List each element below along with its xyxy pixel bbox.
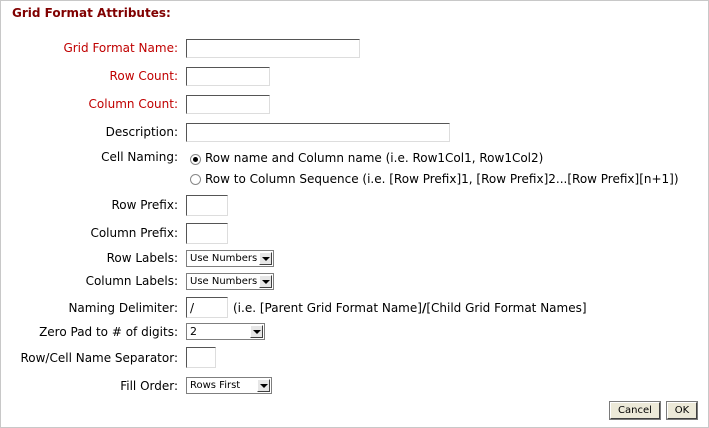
ok-button[interactable]: OK xyxy=(666,401,698,420)
zero-pad-select[interactable]: 2 xyxy=(186,323,265,340)
column-prefix-input[interactable] xyxy=(186,223,228,244)
column-labels-value: Use Numbers xyxy=(190,276,258,287)
row-labels-label: Row Labels: xyxy=(106,251,178,265)
fill-order-select[interactable]: Rows First xyxy=(186,377,272,394)
cancel-button[interactable]: Cancel xyxy=(609,401,661,420)
naming-delimiter-label: Naming Delimiter: xyxy=(68,301,178,315)
naming-delimiter-hint: (i.e. [Parent Grid Format Name]/[Child G… xyxy=(233,301,587,315)
cell-naming-option-row-column: Row name and Column name (i.e. Row1Col1,… xyxy=(205,151,544,165)
description-input[interactable] xyxy=(186,123,450,142)
row-labels-value: Use Numbers xyxy=(190,253,258,264)
section-title: Grid Format Attributes: xyxy=(12,6,171,20)
row-count-label: Row Count: xyxy=(109,69,178,83)
column-count-label: Column Count: xyxy=(88,97,178,111)
zero-pad-label: Zero Pad to # of digits: xyxy=(39,325,178,339)
column-prefix-label: Column Prefix: xyxy=(90,226,178,240)
chevron-down-icon[interactable] xyxy=(259,275,272,288)
column-labels-select[interactable]: Use Numbers xyxy=(186,273,274,290)
name-separator-input[interactable] xyxy=(186,347,216,368)
chevron-down-icon[interactable] xyxy=(250,325,263,338)
column-labels-label: Column Labels: xyxy=(85,274,178,288)
row-prefix-input[interactable] xyxy=(186,195,228,216)
chevron-down-icon[interactable] xyxy=(259,252,272,265)
row-labels-select[interactable]: Use Numbers xyxy=(186,250,274,267)
grid-format-dialog: Grid Format Attributes: Grid Format Name… xyxy=(0,0,709,428)
grid-format-name-label: Grid Format Name: xyxy=(63,41,178,55)
column-count-input[interactable] xyxy=(186,95,270,114)
hint-suffix: [Child Grid Format Names] xyxy=(426,301,587,315)
cell-naming-label: Cell Naming: xyxy=(101,150,178,164)
cell-naming-radio-row-column[interactable] xyxy=(190,154,201,165)
grid-format-name-input[interactable] xyxy=(186,39,360,58)
fill-order-value: Rows First xyxy=(190,380,241,391)
row-prefix-label: Row Prefix: xyxy=(111,198,178,212)
cell-naming-option-sequence: Row to Column Sequence (i.e. [Row Prefix… xyxy=(205,172,679,186)
naming-delimiter-input[interactable] xyxy=(186,297,228,318)
fill-order-label: Fill Order: xyxy=(120,379,178,393)
description-label: Description: xyxy=(105,125,178,139)
cell-naming-radio-sequence[interactable] xyxy=(190,174,201,185)
zero-pad-value: 2 xyxy=(190,325,197,338)
name-separator-label: Row/Cell Name Separator: xyxy=(20,351,178,365)
hint-prefix: (i.e. [Parent Grid Format Name] xyxy=(233,301,422,315)
row-count-input[interactable] xyxy=(186,67,270,86)
chevron-down-icon[interactable] xyxy=(257,379,270,392)
